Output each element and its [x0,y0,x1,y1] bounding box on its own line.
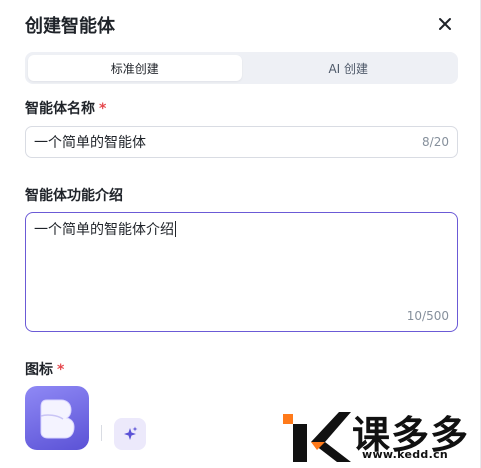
agent-name-value: 一个简单的智能体 [34,135,146,151]
required-mark: * [99,101,107,117]
tab-ai-create[interactable]: AI 创建 [242,55,456,81]
agent-name-char-count: 8/20 [422,135,449,149]
text-caret [175,221,176,237]
sparkle-icon [124,426,138,440]
dialog-title: 创建智能体 [25,16,115,37]
ai-generate-icon-button[interactable] [114,418,146,450]
divider [101,425,102,441]
close-button[interactable] [433,12,457,36]
icon-label: 图标 * [25,362,65,378]
tab-standard-create[interactable]: 标准创建 [28,55,242,81]
watermark-url: www.kedd.cn [362,448,449,461]
bot-avatar-icon [40,399,75,439]
required-mark: * [57,362,65,378]
create-mode-tabs: 标准创建 AI 创建 [25,52,458,84]
agent-intro-value: 一个简单的智能体介绍 [34,222,174,238]
agent-name-label: 智能体名称 * [25,101,107,117]
agent-intro-label: 智能体功能介绍 [25,188,123,204]
agent-intro-textarea[interactable]: 一个简单的智能体介绍 10/500 [25,212,458,332]
close-icon [439,18,451,30]
create-agent-dialog: 创建智能体 标准创建 AI 创建 智能体名称 * 一个简单的智能体 8/20 智能… [0,0,481,468]
agent-name-input[interactable]: 一个简单的智能体 8/20 [25,126,458,158]
agent-intro-char-count: 10/500 [406,309,449,323]
agent-avatar-button[interactable] [25,386,89,450]
